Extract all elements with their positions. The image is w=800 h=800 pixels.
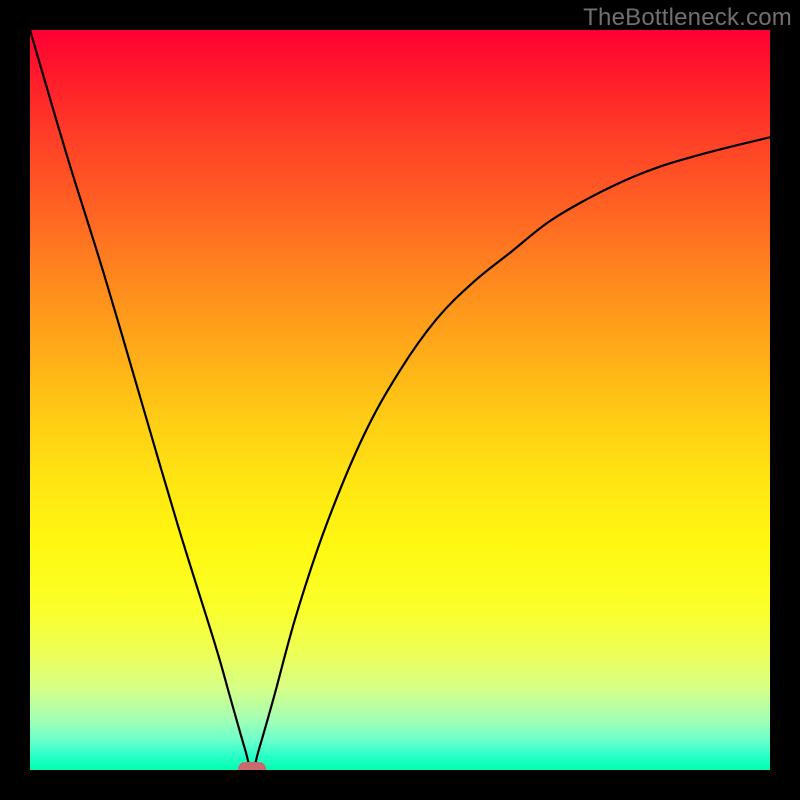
bottleneck-curve — [30, 30, 770, 770]
chart-frame: TheBottleneck.com — [0, 0, 800, 800]
watermark-text: TheBottleneck.com — [583, 4, 792, 32]
minimum-marker-icon — [238, 762, 266, 770]
plot-area — [30, 30, 770, 770]
